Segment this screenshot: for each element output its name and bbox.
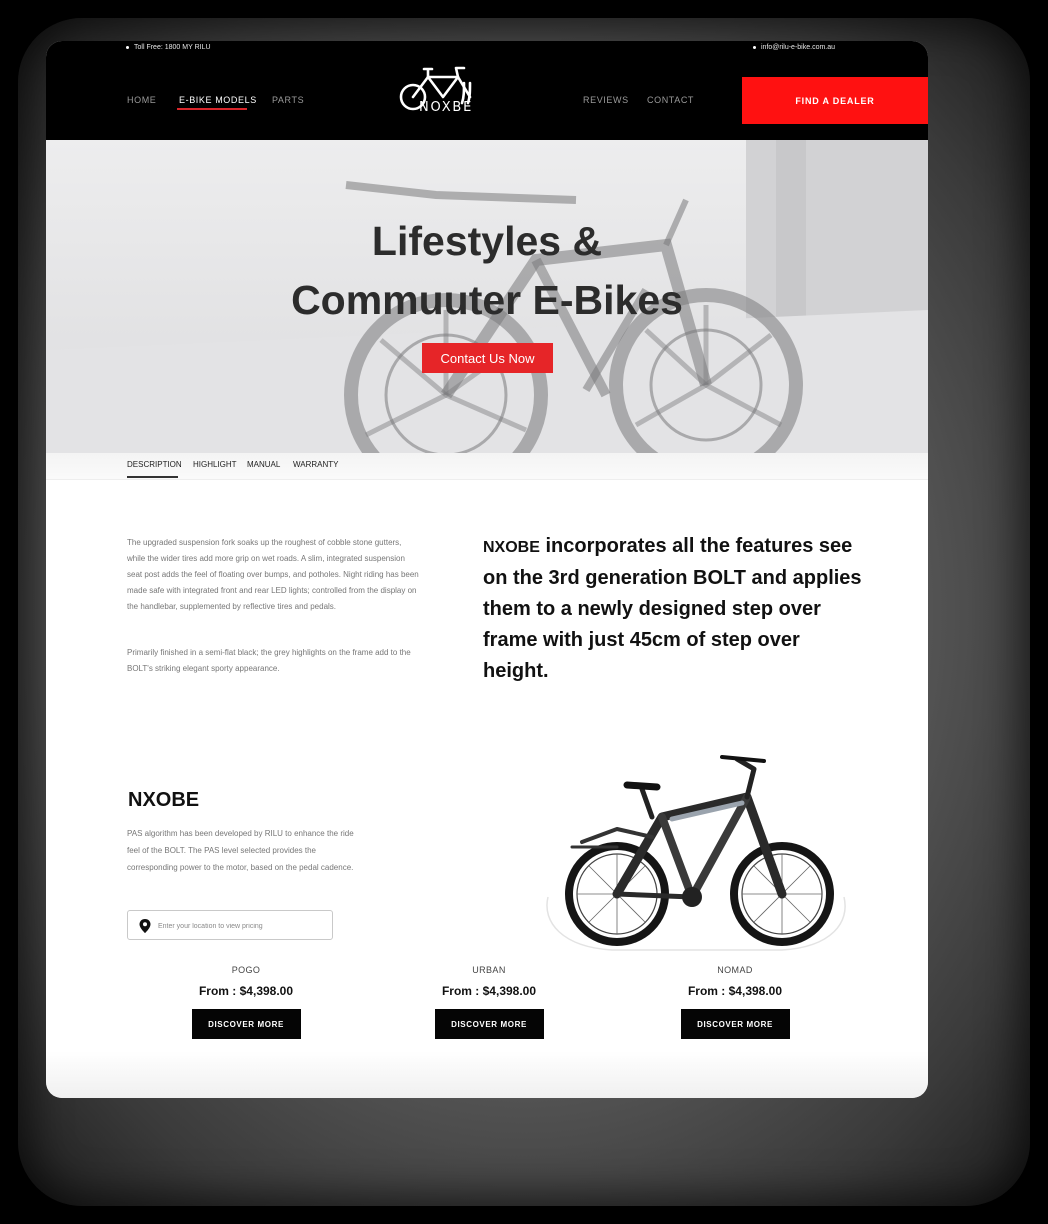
nav-contact[interactable]: CONTACT (647, 95, 694, 105)
location-input[interactable] (156, 918, 330, 934)
feature-statement: NXOBE incorporates all the features see … (483, 531, 863, 687)
model-name: POGO (231, 965, 261, 975)
model-card-nomad: NOMAD From : $4,398.00 DISCOVER MORE (675, 965, 795, 1039)
model-price: From : $4,398.00 (441, 984, 537, 998)
nav-reviews[interactable]: REVIEWS (583, 95, 629, 105)
hero-title-line-1: Lifestyles & (371, 218, 603, 264)
hero-title: Lifestyles & Commuuter E-Bikes (46, 212, 928, 330)
discover-more-button[interactable]: DISCOVER MORE (680, 1009, 790, 1039)
toll-free-phone[interactable]: Toll Free: 1800 MY RILU (126, 44, 211, 51)
tab-highlight[interactable]: HIGHLIGHT (193, 460, 237, 469)
tab-description[interactable]: DESCRIPTION (127, 460, 182, 469)
feature-brand: NXOBE (483, 539, 540, 556)
hero-title-line-2: Commuuter E-Bikes (291, 277, 683, 323)
hero-banner: Lifestyles & Commuuter E-Bikes Contact U… (46, 140, 928, 453)
phone-text: Toll Free: 1800 MY RILU (134, 44, 211, 51)
contact-us-button[interactable]: Contact Us Now (422, 343, 553, 373)
model-name: URBAN (472, 965, 506, 975)
tab-warranty[interactable]: WARRANTY (293, 460, 338, 469)
site-header: Toll Free: 1800 MY RILU info@rilu-e-bike… (46, 41, 928, 140)
model-name: NOMAD (717, 965, 753, 975)
product-title: NXOBE (128, 789, 200, 811)
discover-more-button[interactable]: DISCOVER MORE (434, 1009, 544, 1039)
description-paragraph-1: The upgraded suspension fork soaks up th… (127, 538, 419, 611)
browser-viewport: Toll Free: 1800 MY RILU info@rilu-e-bike… (46, 41, 928, 1098)
description-paragraph-2: Primarily finished in a semi-flat black;… (127, 648, 411, 673)
model-card-urban: URBAN From : $4,398.00 DISCOVER MORE (429, 965, 549, 1039)
product-bike-image (546, 755, 846, 951)
location-input-field[interactable] (127, 910, 333, 940)
discover-more-button[interactable]: DISCOVER MORE (191, 1009, 301, 1039)
email-text: info@rilu-e-bike.com.au (761, 44, 836, 51)
model-card-pogo: POGO From : $4,398.00 DISCOVER MORE (186, 965, 306, 1039)
active-nav-indicator (177, 108, 247, 110)
logo-wordmark[interactable]: NOXBE (419, 100, 473, 115)
location-pin-icon (139, 919, 151, 933)
bullet-icon (753, 45, 756, 49)
nav-parts[interactable]: PARTS (272, 95, 304, 105)
find-dealer-button[interactable]: FIND A DEALER (742, 77, 928, 124)
contact-email[interactable]: info@rilu-e-bike.com.au (753, 44, 835, 51)
bullet-icon (126, 45, 129, 49)
tab-manual[interactable]: MANUAL (247, 460, 280, 469)
page-bottom-fade (46, 1051, 928, 1098)
product-tabs: DESCRIPTION HIGHLIGHT MANUAL WARRANTY (46, 453, 928, 480)
nav-home[interactable]: HOME (127, 95, 156, 105)
product-description: PAS algorithm has been developed by RILU… (127, 829, 354, 872)
feature-body: incorporates all the features see on the… (483, 535, 862, 682)
model-price: From : $4,398.00 (198, 984, 294, 998)
active-tab-indicator (127, 476, 178, 478)
model-price: From : $4,398.00 (687, 984, 783, 998)
nav-e-bike-models[interactable]: E-BIKE MODELS (179, 95, 257, 105)
